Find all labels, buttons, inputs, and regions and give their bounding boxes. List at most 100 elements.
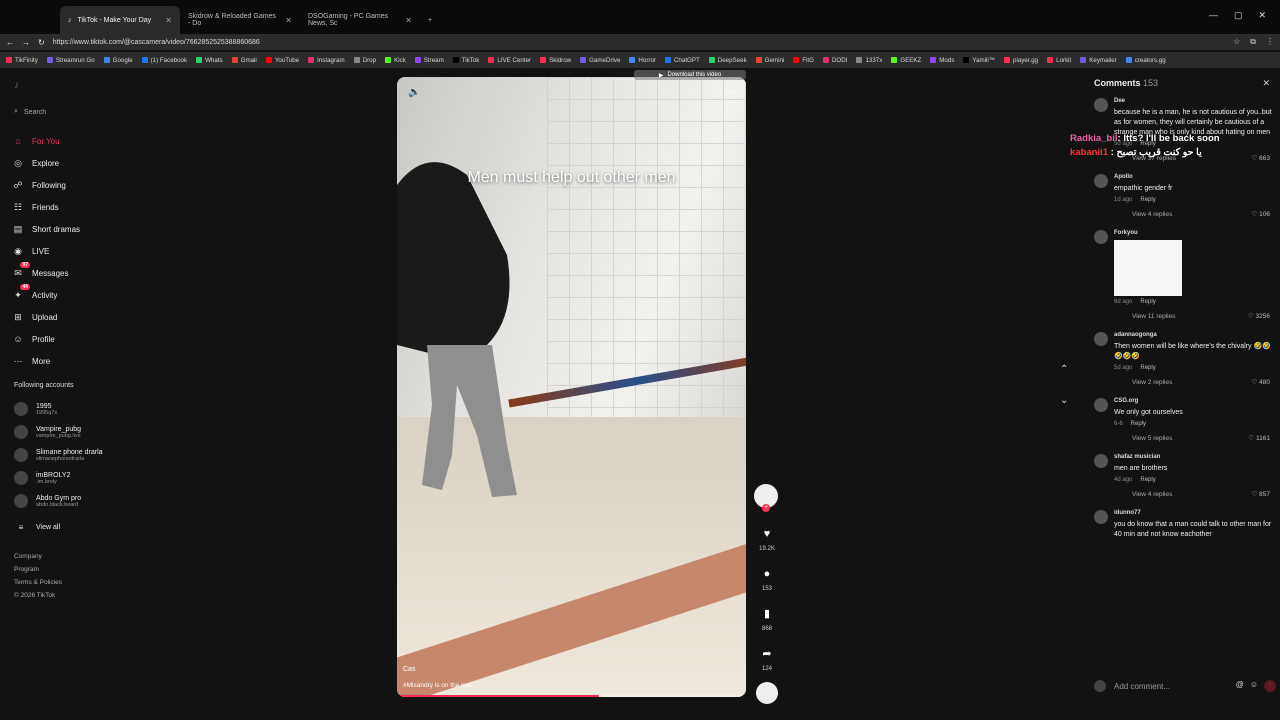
extensions-icon[interactable]: ⧉ [1250, 37, 1256, 47]
like-button[interactable]: ♥ 19.2K [752, 528, 782, 552]
tab-dsogaming[interactable]: DSOGaming - PC Games News, Sc ✕ [300, 6, 420, 34]
add-comment-input[interactable]: Add comment... [1114, 682, 1170, 691]
nav-item-explore[interactable]: ◎ Explore [12, 152, 162, 174]
tiktok-logo-icon[interactable]: ♪ [14, 80, 19, 91]
bookmark-item[interactable]: GameDrive [580, 57, 620, 64]
search-input[interactable]: ⌕ Search [14, 104, 154, 120]
bookmark-item[interactable]: Gemini [755, 57, 784, 64]
bookmark-item[interactable]: DeepSeek [708, 57, 747, 64]
comment-username[interactable]: Forkyou [1114, 230, 1274, 236]
close-window-icon[interactable]: ✕ [1258, 10, 1266, 21]
comment-username[interactable]: CSG.org [1114, 398, 1274, 404]
sound-avatar[interactable] [756, 682, 778, 704]
bookmark-item[interactable]: Horror [629, 57, 656, 64]
avatar[interactable] [1094, 510, 1108, 524]
author-avatar[interactable]: + [754, 484, 778, 512]
bookmark-item[interactable]: (1) Facebook [141, 57, 187, 64]
bookmark-item[interactable]: YouTube [265, 57, 299, 64]
maximize-icon[interactable]: ▢ [1234, 10, 1243, 21]
following-account[interactable]: Slimane phone drarla slimanephonedrarla [14, 444, 164, 466]
minimize-icon[interactable]: — [1209, 10, 1218, 21]
nav-item-activity[interactable]: ✦ 44 Activity [12, 284, 162, 306]
forward-icon[interactable]: → [22, 38, 30, 47]
bookmark-item[interactable]: ChatGPT [664, 57, 700, 64]
chevron-down-icon[interactable]: ⌄ [1060, 395, 1068, 406]
back-icon[interactable]: ← [6, 38, 14, 47]
comment-username[interactable]: idunno77 [1114, 510, 1274, 516]
menu-icon[interactable]: ⋮ [1266, 37, 1274, 47]
following-account[interactable]: imBROLY2 .im.broly [14, 467, 164, 489]
avatar[interactable] [1094, 98, 1108, 112]
nav-item-for-you[interactable]: ⌂ For You [12, 130, 162, 152]
nav-item-following[interactable]: ☍ Following [12, 174, 162, 196]
avatar[interactable] [1094, 174, 1108, 188]
close-icon[interactable]: ✕ [1262, 78, 1270, 89]
mention-icon[interactable]: @ [1236, 680, 1244, 692]
bookmark-item[interactable]: Gmail [231, 57, 257, 64]
avatar[interactable] [1094, 332, 1108, 346]
follow-plus-icon[interactable]: + [762, 504, 770, 512]
comment-like-button[interactable]: ♡ 857 [1252, 490, 1271, 498]
comment-like-button[interactable]: ♡ 106 [1252, 210, 1271, 218]
close-tab-icon[interactable]: ✕ [165, 16, 172, 25]
nav-item-short-dramas[interactable]: ▤ Short dramas [12, 218, 162, 240]
footer-link[interactable]: Terms & Policies [14, 576, 62, 589]
bookmark-item[interactable]: player.gg [1004, 57, 1038, 64]
following-account[interactable]: Abdo Gym pro abdo.black.beard [14, 490, 164, 512]
video-player[interactable]: Men must help out other men 🔈 ⋯ Cas #Mis… [397, 77, 746, 697]
bookmark-item[interactable]: Keymailer [1080, 57, 1117, 64]
nav-item-friends[interactable]: ☷ Friends [12, 196, 162, 218]
footer-link[interactable]: Company [14, 550, 62, 563]
tab-tiktok[interactable]: ♪ TikTok - Make Your Day ✕ [60, 6, 180, 34]
hashtag-link[interactable]: #Misandry [403, 682, 433, 689]
save-button[interactable]: ▮ 868 [752, 608, 782, 632]
more-options-icon[interactable]: ⋯ [724, 85, 736, 99]
reload-icon[interactable]: ↻ [38, 38, 45, 47]
reply-button[interactable]: Reply [1131, 421, 1146, 427]
comment-like-button[interactable]: ♡ 480 [1252, 378, 1271, 386]
following-account[interactable]: Vampire_pubg vampire_pubg.live [14, 421, 164, 443]
volume-icon[interactable]: 🔈 [408, 87, 420, 98]
send-icon[interactable]: ↑ [1264, 680, 1276, 692]
bookmark-item[interactable]: Drop [353, 57, 376, 64]
avatar[interactable] [1094, 230, 1108, 244]
bookmark-item[interactable]: Google [103, 57, 133, 64]
close-tab-icon[interactable]: ✕ [405, 16, 412, 25]
comment-like-button[interactable]: ♡ 3256 [1248, 312, 1270, 320]
reply-button[interactable]: Reply [1140, 197, 1155, 203]
bookmark-item[interactable]: Stream [414, 57, 444, 64]
nav-item-profile[interactable]: ☺ Profile [12, 328, 162, 350]
following-account[interactable]: 1995 1995q7x [14, 398, 164, 420]
avatar[interactable] [1094, 398, 1108, 412]
bookmark-item[interactable]: FitG [793, 57, 814, 64]
video-progress-bar[interactable] [397, 695, 746, 697]
bookmark-item[interactable]: TikTok [452, 57, 479, 64]
bookmark-item[interactable]: Instagram [308, 57, 345, 64]
star-icon[interactable]: ☆ [1233, 37, 1240, 47]
bookmark-item[interactable]: 1337x [856, 57, 882, 64]
comment-like-button[interactable]: ♡ 1161 [1248, 434, 1270, 442]
bookmark-item[interactable]: Streamrun Go [46, 57, 95, 64]
bookmark-item[interactable]: Mods [930, 57, 954, 64]
comment-username[interactable]: adannaogonga [1114, 332, 1274, 338]
chevron-up-icon[interactable]: ⌃ [1060, 364, 1068, 375]
emoji-icon[interactable]: ☺ [1250, 680, 1258, 692]
bookmark-item[interactable]: LIVE Center [488, 57, 531, 64]
comment-image[interactable] [1114, 240, 1182, 296]
comment-username[interactable]: Apollo [1114, 174, 1274, 180]
reply-button[interactable]: Reply [1140, 365, 1155, 371]
comment-button[interactable]: ● 153 [752, 568, 782, 592]
tab-skidrow[interactable]: Skidrow & Reloaded Games - Do ✕ [180, 6, 300, 34]
video-author[interactable]: Cas [403, 666, 415, 673]
new-tab-button[interactable]: + [420, 6, 440, 34]
bookmark-item[interactable]: Whats [196, 57, 223, 64]
bookmark-item[interactable]: DODI [822, 57, 847, 64]
reply-button[interactable]: Reply [1140, 299, 1155, 305]
comment-username[interactable]: shafaz musician [1114, 454, 1274, 460]
footer-link[interactable]: Program [14, 563, 62, 576]
nav-item-upload[interactable]: ⊞ Upload [12, 306, 162, 328]
bookmark-item[interactable]: Lorkit [1047, 57, 1071, 64]
bookmark-item[interactable]: TikFinity [6, 57, 38, 64]
bookmark-item[interactable]: Kick [385, 57, 406, 64]
bookmark-item[interactable]: creators.gg [1125, 57, 1166, 64]
